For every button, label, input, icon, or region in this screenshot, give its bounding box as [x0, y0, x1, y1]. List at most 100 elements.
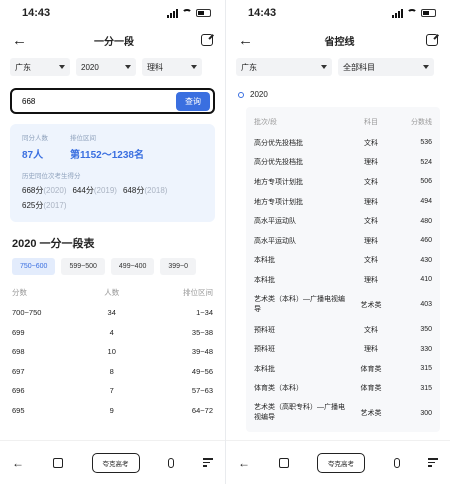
mic-icon[interactable] — [168, 457, 175, 468]
history-item: 625分(2017) — [22, 200, 66, 211]
search-button[interactable]: 查询 — [176, 91, 210, 111]
menu-icon[interactable] — [428, 456, 438, 469]
table-cell: 地方专项计划批 — [254, 198, 303, 206]
battery-icon — [421, 9, 436, 17]
right-screen: 14:43 ← 省控线 广东 全部科目 2020 批次/段 科目 分数线 高分优先投… — [226, 0, 450, 484]
table-cell: 8 — [109, 366, 114, 376]
share-icon[interactable] — [201, 34, 213, 46]
table-cell: 文科 — [364, 218, 378, 226]
table-cell: 体育类 — [360, 385, 382, 393]
table-cell: 64~72 — [191, 405, 213, 415]
table-cell: 35~38 — [191, 327, 213, 337]
back-arrow-icon[interactable]: ← — [12, 33, 27, 48]
table-cell: 预科班 — [254, 326, 275, 334]
history-item: 644分(2019) — [72, 185, 116, 196]
battery-icon — [196, 9, 211, 17]
range-block: 排位区间 第1152～1238名 — [70, 132, 144, 161]
table-row: 高水平运动队 文科 480 — [254, 211, 432, 231]
share-icon[interactable] — [426, 34, 438, 46]
table-row: 695 9 64~72 — [12, 401, 213, 421]
table-cell: 理科 — [364, 276, 378, 284]
history-year: (2017) — [43, 201, 67, 210]
table-cell: 9 — [109, 405, 114, 415]
range-chip[interactable]: 499~400 — [110, 258, 155, 275]
back-nav-icon[interactable]: ← — [238, 456, 250, 470]
history-year: (2020) — [43, 186, 67, 195]
table-cell: 350 — [420, 326, 432, 334]
history-score: 668分 — [22, 186, 44, 195]
table-cell: 39~48 — [191, 347, 213, 357]
table-cell: 本科批 — [254, 365, 275, 373]
rank-table: 分数 人数 排位区间 700~750 34 1~34 699 4 35~38 698 10 39~4… — [12, 281, 213, 420]
table-cell: 403 — [420, 301, 432, 309]
score-input[interactable] — [22, 96, 142, 106]
batch-card: 批次/段 科目 分数线 高分优先投档批 文科 536 高分优先投档批 理科 524 地方专项计划… — [246, 107, 440, 433]
mic-icon[interactable] — [393, 457, 400, 468]
back-nav-icon[interactable]: ← — [12, 456, 24, 470]
history-score: 625分 — [22, 201, 44, 210]
range-chips: 750~600 599~500 499~400 399~0 — [0, 258, 225, 275]
subject-select[interactable]: 理科 — [142, 58, 202, 76]
range-chip[interactable]: 599~500 — [61, 258, 105, 275]
result-card: 同分人数 87人 排位区间 第1152～1238名 历史同位次考生得分 668分… — [10, 124, 215, 222]
bottom-bar: ← 夸克高考 — [226, 440, 450, 484]
score-search: 查询 — [10, 88, 215, 114]
table-cell: 本科批 — [254, 276, 275, 284]
status-bar: 14:43 — [0, 0, 225, 26]
table-cell: 文科 — [364, 326, 378, 334]
table-row: 697 8 49~56 — [12, 362, 213, 382]
table-cell: 460 — [420, 237, 432, 245]
tabs-icon[interactable] — [278, 457, 289, 468]
table-cell: 高分优先投档批 — [254, 139, 303, 147]
history-score: 648分 — [122, 186, 145, 195]
year-select[interactable]: 2020 — [76, 58, 136, 76]
range-chip[interactable]: 750~600 — [12, 258, 56, 275]
province-select[interactable]: 广东 — [10, 58, 70, 76]
app-pill[interactable]: 夸克高考 — [91, 452, 140, 473]
province-select[interactable]: 广东 — [236, 58, 332, 76]
back-arrow-icon[interactable]: ← — [238, 33, 253, 48]
table-row: 699 4 35~38 — [12, 323, 213, 343]
column-header: 分数 — [12, 287, 27, 297]
table-cell: 理科 — [364, 237, 378, 245]
table-cell: 315 — [420, 384, 432, 392]
history-label: 历史同位次考生得分 — [22, 173, 81, 180]
table-cell: 536 — [420, 139, 432, 147]
table-cell: 理科 — [364, 198, 378, 206]
table-row: 本科批 文科 430 — [254, 251, 432, 271]
table-row: 地方专项计划批 理科 494 — [254, 192, 432, 212]
subject-select[interactable]: 全部科目 — [338, 58, 434, 76]
table-cell: 506 — [420, 178, 432, 186]
table-row: 高分优先投档批 理科 524 — [254, 153, 432, 173]
batch-table: 批次/段 科目 分数线 高分优先投档批 文科 536 高分优先投档批 理科 524 地方专项计划… — [254, 111, 432, 428]
table-row: 本科批 体育类 315 — [254, 359, 432, 379]
menu-icon[interactable] — [203, 456, 213, 469]
table-cell: 文科 — [364, 178, 378, 186]
app-pill[interactable]: 夸克高考 — [317, 452, 365, 473]
tabs-icon[interactable] — [52, 457, 63, 468]
table-row: 预科班 文科 350 — [254, 320, 432, 340]
table-cell: 698 — [12, 347, 25, 357]
history-item: 668分(2020) — [22, 185, 66, 196]
page-title: 一分一段 — [94, 36, 134, 48]
signal-icon — [167, 8, 178, 18]
column-header: 排位区间 — [183, 287, 213, 297]
column-header: 人数 — [104, 287, 120, 297]
left-screen: 14:43 ← 一分一段 广东 2020 理科 查询 同分人数 87人 排位区间… — [0, 0, 225, 484]
column-header: 分数线 — [411, 119, 432, 126]
range-chip[interactable]: 399~0 — [160, 258, 197, 275]
table-row: 696 7 57~63 — [12, 381, 213, 401]
table-cell: 300 — [420, 409, 432, 417]
table-cell: 410 — [420, 276, 432, 284]
range-value: 第1152～1238名 — [70, 150, 144, 161]
table-cell: 文科 — [364, 257, 378, 265]
count-label: 同分人数 — [22, 135, 48, 142]
table-cell: 430 — [420, 256, 432, 264]
caret-down-icon — [423, 65, 429, 69]
table-cell: 文科 — [364, 139, 378, 147]
table-cell: 524 — [420, 158, 432, 166]
table-cell: 700~750 — [12, 308, 42, 318]
table-cell: 697 — [12, 366, 25, 376]
table-cell: 49~56 — [191, 366, 213, 376]
status-time: 14:43 — [248, 7, 277, 19]
